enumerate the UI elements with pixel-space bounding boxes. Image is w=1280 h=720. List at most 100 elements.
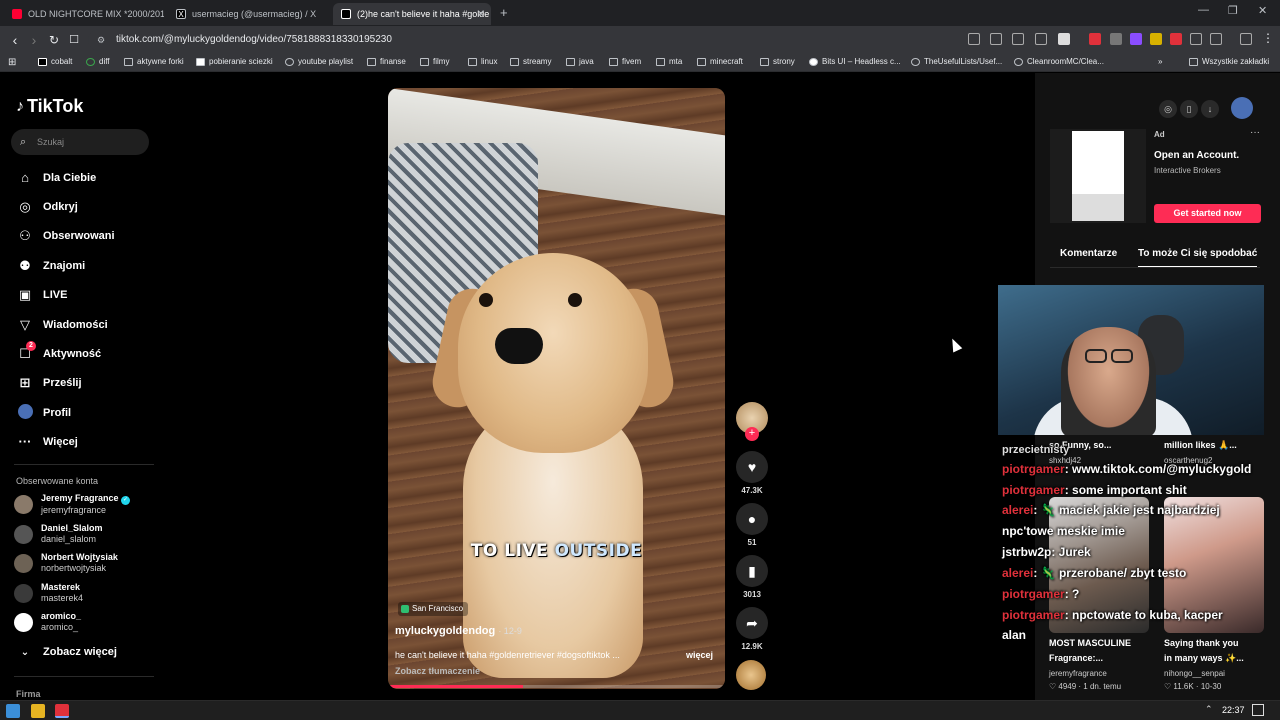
- nav-wiecej[interactable]: ··· Więcej: [16, 434, 78, 449]
- company-link[interactable]: Firma: [16, 689, 41, 699]
- suggestion-title[interactable]: million likes 🙏...: [1164, 438, 1237, 453]
- bookmark-folder[interactable]: java: [566, 57, 594, 66]
- bookmark-item[interactable]: aktywne forki: [124, 57, 184, 66]
- see-translation-link[interactable]: Zobacz tłumaczenie: [395, 666, 480, 676]
- comment-button[interactable]: ● 51: [736, 503, 768, 547]
- bookmark-folder[interactable]: strony: [760, 57, 795, 66]
- video-player[interactable]: TO LIVE OUTSIDE San Francisco myluckygol…: [388, 88, 725, 689]
- compass-icon[interactable]: ◎: [1159, 100, 1177, 118]
- extension-icon[interactable]: [1170, 33, 1182, 45]
- minimize-icon[interactable]: —: [1198, 4, 1209, 16]
- ad-menu-icon[interactable]: ···: [1250, 127, 1260, 138]
- close-window-icon[interactable]: ✕: [1258, 4, 1267, 17]
- tiktok-logo[interactable]: ♪ TikTok: [16, 96, 83, 117]
- forward-icon[interactable]: ›: [25, 31, 43, 49]
- extension-icon[interactable]: [1110, 33, 1122, 45]
- follow-plus-icon[interactable]: +: [745, 427, 759, 441]
- nav-odkryj[interactable]: ◎ Odkryj: [16, 199, 78, 215]
- file-explorer-icon[interactable]: [31, 704, 45, 718]
- share-button[interactable]: ➦ 12.9K: [736, 607, 768, 651]
- bookmark-item[interactable]: CleanroomMC/Clea...: [1014, 57, 1104, 66]
- followed-account[interactable]: Jeremy Fragrance ✓ jeremyfragrance: [14, 493, 131, 516]
- menu-icon[interactable]: ⋮: [1262, 31, 1274, 45]
- followed-account[interactable]: Daniel_Slalom daniel_slalom: [14, 523, 103, 545]
- apps-icon[interactable]: ⊞: [8, 57, 16, 68]
- suggestion-title[interactable]: MOST MASCULINE Fragrance:...: [1049, 636, 1131, 666]
- translate-icon[interactable]: [1012, 33, 1024, 45]
- windows-start-icon[interactable]: [6, 704, 20, 718]
- extension-icon[interactable]: [1150, 33, 1162, 45]
- followed-account[interactable]: aromico_ aromico_: [14, 611, 81, 633]
- new-tab-button[interactable]: +: [500, 5, 508, 20]
- bookmark-folder[interactable]: streamy: [510, 57, 551, 66]
- bookmark-item[interactable]: youtube playlist: [285, 57, 353, 66]
- extension-icon[interactable]: [1089, 33, 1101, 45]
- nav-profil[interactable]: Profil: [16, 404, 71, 422]
- bookmark-item[interactable]: Bits UI – Headless c...: [809, 57, 901, 66]
- bookmark-folder[interactable]: mta: [656, 57, 682, 66]
- tab-x[interactable]: X usermacieg (@usermacieg) / X: [168, 3, 328, 25]
- see-more-link[interactable]: ⌄ Zobacz więcej: [16, 646, 117, 658]
- suggestion-user[interactable]: nihongo__senpai: [1164, 669, 1225, 678]
- bookmark-item[interactable]: TheUsefulLists/Usef...: [911, 57, 1002, 66]
- tab-comments[interactable]: Komentarze: [1060, 248, 1117, 259]
- sound-disc[interactable]: [736, 660, 768, 690]
- share-icon[interactable]: [1035, 33, 1047, 45]
- clock[interactable]: 22:37: [1222, 705, 1245, 715]
- tab-tiktok[interactable]: (2)he can't believe it haha #golde ✕: [333, 3, 491, 25]
- device-icon[interactable]: ▯: [1180, 100, 1198, 118]
- followed-account[interactable]: Norbert Wojtysiak norbertwojtysiak: [14, 552, 118, 574]
- bookmark-folder[interactable]: fivem: [609, 57, 641, 66]
- browser-icon[interactable]: [55, 704, 69, 718]
- like-button[interactable]: ♥ 47.3K: [736, 451, 768, 495]
- extension-icon[interactable]: [968, 33, 980, 45]
- media-icon[interactable]: [1240, 33, 1252, 45]
- download-icon[interactable]: ↓: [1201, 100, 1219, 118]
- video-progress-bar[interactable]: [388, 685, 725, 688]
- search-input[interactable]: ⌕ Szukaj: [11, 129, 149, 155]
- save-button[interactable]: ▮ 3013: [736, 555, 768, 599]
- tray-chevron-icon[interactable]: ⌃: [1205, 704, 1213, 715]
- avatar[interactable]: [1231, 97, 1253, 119]
- bookmark-item[interactable]: pobieranie sciezki: [196, 57, 273, 66]
- bookmark-icon[interactable]: ☐: [65, 31, 83, 49]
- puzzle-icon[interactable]: [1190, 33, 1202, 45]
- notifications-icon[interactable]: [1252, 704, 1264, 716]
- tab-youtube[interactable]: OLD NIGHTCORE MIX *2000/2010s*: [4, 3, 164, 25]
- url-field[interactable]: ⚙ tiktok.com/@myluckygoldendog/video/758…: [88, 29, 1248, 51]
- location-tag[interactable]: San Francisco: [398, 602, 469, 616]
- bookmark-item[interactable]: diff: [86, 57, 110, 66]
- tab-suggestions[interactable]: To może Ci się spodobać: [1138, 248, 1258, 268]
- author-avatar-button[interactable]: +: [736, 402, 768, 441]
- bookmark-folder[interactable]: linux: [468, 57, 497, 66]
- close-tab-icon[interactable]: ✕: [477, 9, 485, 20]
- nav-aktywnosc[interactable]: ☐ 2 Aktywność: [16, 341, 101, 362]
- nav-dla-ciebie[interactable]: ⌂ Dla Ciebie: [16, 170, 96, 185]
- bookmark-item[interactable]: cobalt: [38, 57, 72, 66]
- nav-wiadomosci[interactable]: ▽ Wiadomości: [16, 317, 108, 333]
- ad-thumbnail[interactable]: [1050, 129, 1146, 223]
- extension-icon[interactable]: [990, 33, 1002, 45]
- sidebar-icon[interactable]: [1210, 33, 1222, 45]
- nav-live[interactable]: ▣ LIVE: [16, 287, 68, 303]
- reload-icon[interactable]: ↻: [45, 31, 63, 49]
- more-button[interactable]: więcej: [686, 650, 713, 660]
- shield-icon[interactable]: [1058, 33, 1070, 45]
- bookmarks-overflow[interactable]: »: [1158, 57, 1162, 66]
- followed-account[interactable]: Masterek masterek4: [14, 582, 83, 604]
- site-info-icon[interactable]: ⚙: [97, 29, 105, 51]
- nav-znajomi[interactable]: ⚉ Znajomi: [16, 258, 85, 274]
- suggestion-title[interactable]: Saying thank you in many ways ✨...: [1164, 636, 1244, 666]
- bookmark-folder[interactable]: filmy: [420, 57, 449, 66]
- video-author[interactable]: myluckygoldendog · 12-9: [395, 625, 522, 637]
- all-bookmarks[interactable]: Wszystkie zakładki: [1189, 57, 1269, 66]
- nav-przeslij[interactable]: ⊞ Prześlij: [16, 375, 82, 391]
- suggestion-user[interactable]: jeremyfragrance: [1049, 669, 1107, 678]
- get-started-button[interactable]: Get started now: [1154, 204, 1261, 223]
- extension-icon[interactable]: [1130, 33, 1142, 45]
- bookmark-folder[interactable]: finanse: [367, 57, 406, 66]
- back-icon[interactable]: ‹: [6, 31, 24, 49]
- bookmark-folder[interactable]: minecraft: [697, 57, 743, 66]
- nav-obserwowani[interactable]: ⚇ Obserwowani: [16, 228, 114, 244]
- ad-title[interactable]: Open an Account.: [1154, 150, 1239, 161]
